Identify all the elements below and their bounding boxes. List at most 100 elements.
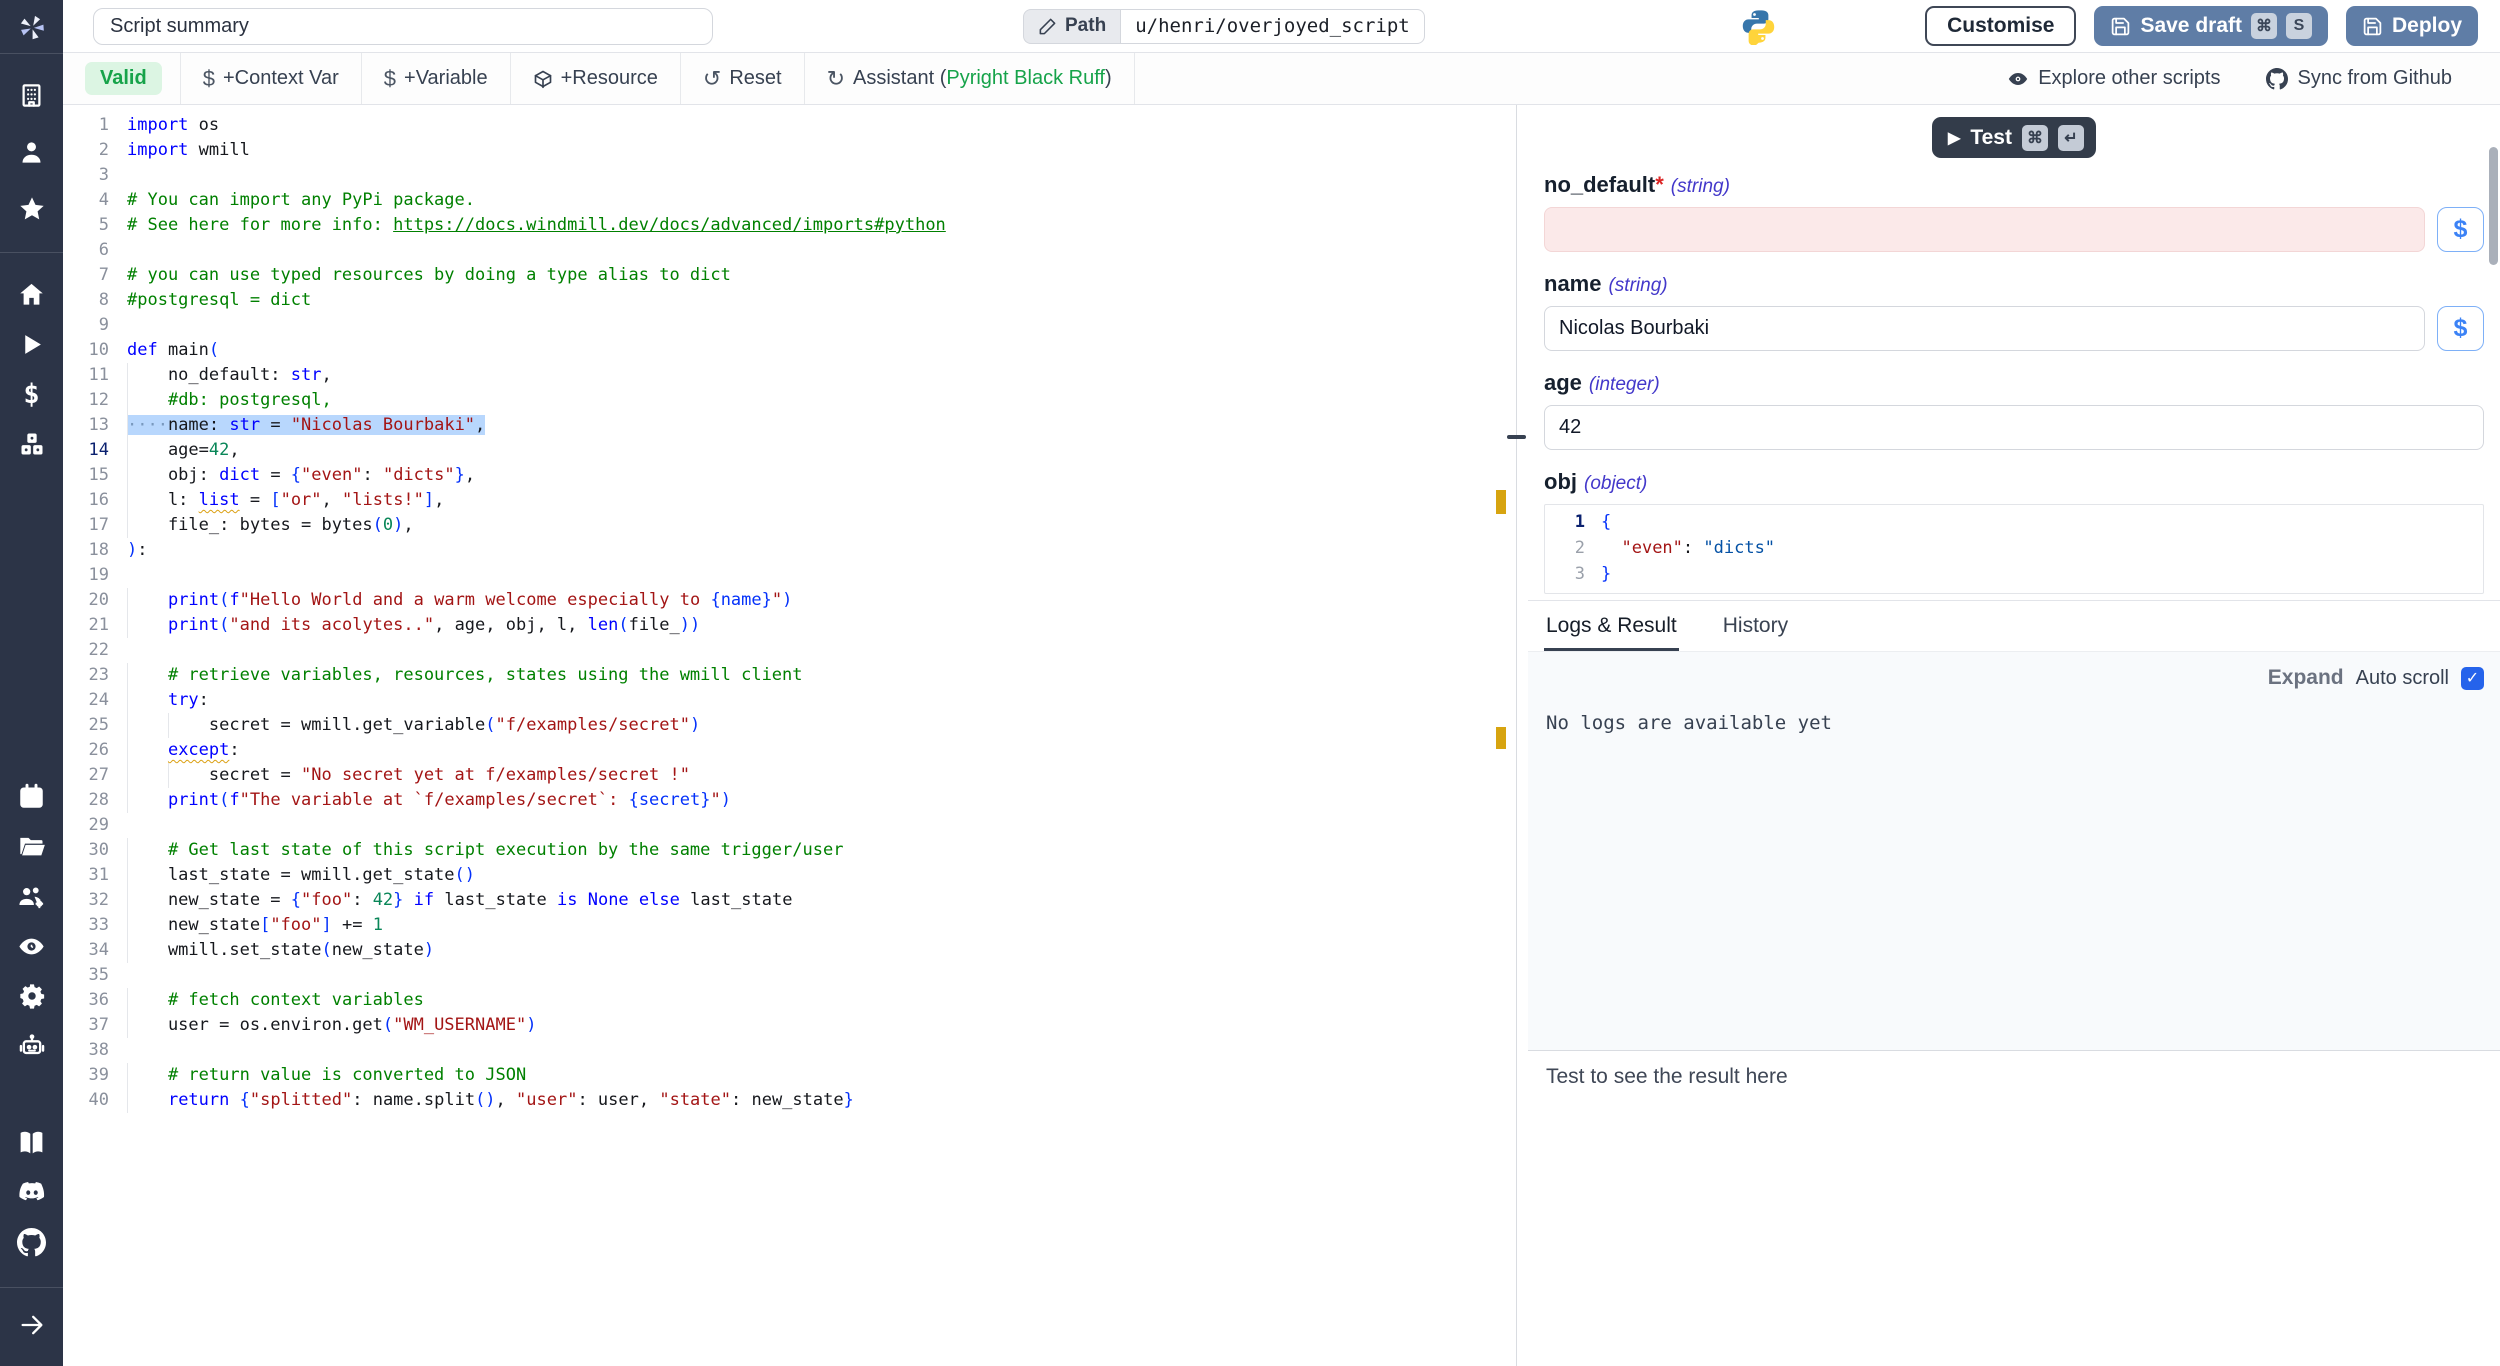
line-number[interactable]: 36	[63, 988, 109, 1013]
line-number[interactable]: 27	[63, 763, 109, 788]
line-number[interactable]: 39	[63, 1063, 109, 1088]
line-number[interactable]: 11	[63, 363, 109, 388]
sidebar-item-audit-logs[interactable]	[0, 929, 63, 963]
reset-button[interactable]: ↺ Reset	[681, 53, 805, 104]
line-number[interactable]: 15	[63, 463, 109, 488]
line-number[interactable]: 30	[63, 838, 109, 863]
line-number[interactable]: 5	[63, 213, 109, 238]
customise-button[interactable]: Customise	[1925, 6, 2076, 46]
line-number[interactable]: 8	[63, 288, 109, 313]
test-button[interactable]: ▶ Test ⌘ ↵	[1932, 117, 2096, 158]
line-number[interactable]: 4	[63, 188, 109, 213]
line-number[interactable]: 18	[63, 538, 109, 563]
line-number[interactable]: 29	[63, 813, 109, 838]
add-variable-button[interactable]: $ +Variable	[362, 53, 511, 104]
code-text[interactable]: no_default: str,	[127, 363, 332, 388]
code-text[interactable]: # you can use typed resources by doing a…	[127, 263, 731, 288]
path-button[interactable]: Path	[1023, 9, 1120, 44]
sync-from-github-button[interactable]: Sync from Github	[2266, 67, 2452, 90]
line-number[interactable]: 14	[63, 438, 109, 463]
expand-button[interactable]: Expand	[2268, 666, 2344, 690]
line-number[interactable]: 20	[63, 588, 109, 613]
line-number[interactable]: 28	[63, 788, 109, 813]
tab-history[interactable]: History	[1721, 601, 1790, 651]
code-text[interactable]: import wmill	[127, 138, 250, 163]
code-text[interactable]: secret = "No secret yet at f/examples/se…	[127, 763, 690, 788]
code-text[interactable]: file_: bytes = bytes(0),	[127, 513, 414, 538]
code-text[interactable]: ····name: str = "Nicolas Bourbaki",	[127, 413, 485, 438]
line-number[interactable]: 32	[63, 888, 109, 913]
sidebar-item-github[interactable]	[0, 1225, 63, 1259]
insert-variable-button[interactable]: $	[2437, 207, 2484, 252]
panel-scrollbar[interactable]	[2489, 147, 2498, 265]
line-number[interactable]: 25	[63, 713, 109, 738]
line-number[interactable]: 13	[63, 413, 109, 438]
line-number[interactable]: 3	[63, 163, 109, 188]
code-text[interactable]: #db: postgresql,	[127, 388, 332, 413]
code-text[interactable]: import os	[127, 113, 219, 138]
line-number[interactable]: 33	[63, 913, 109, 938]
assistant-button[interactable]: ↻ Assistant (Pyright Black Ruff)	[805, 53, 1135, 104]
sidebar-item-folders[interactable]	[0, 829, 63, 863]
path-value[interactable]: u/henri/overjoyed_script	[1120, 9, 1425, 44]
line-number[interactable]: 10	[63, 338, 109, 363]
code-text[interactable]: user = os.environ.get("WM_USERNAME")	[127, 1013, 536, 1038]
tab-logs-result[interactable]: Logs & Result	[1544, 601, 1679, 651]
line-number[interactable]: 7	[63, 263, 109, 288]
sidebar-item-settings[interactable]	[0, 979, 63, 1013]
line-number[interactable]: 22	[63, 638, 109, 663]
code-text[interactable]: try:	[127, 688, 209, 713]
line-number[interactable]: 21	[63, 613, 109, 638]
line-number[interactable]: 9	[63, 313, 109, 338]
code-text[interactable]: #postgresql = dict	[127, 288, 311, 313]
sidebar-item-user[interactable]	[0, 135, 63, 169]
code-text[interactable]: def main(	[127, 338, 219, 363]
script-summary-input[interactable]	[93, 8, 713, 45]
add-resource-button[interactable]: +Resource	[511, 53, 681, 104]
no-default-input[interactable]	[1544, 207, 2425, 252]
code-text[interactable]: new_state["foo"] += 1	[127, 913, 383, 938]
age-input[interactable]	[1544, 405, 2484, 450]
code-text[interactable]: # See here for more info: https://docs.w…	[127, 213, 946, 238]
sidebar-item-groups[interactable]	[0, 879, 63, 913]
line-number[interactable]: 24	[63, 688, 109, 713]
line-number[interactable]: 17	[63, 513, 109, 538]
pane-splitter[interactable]	[1506, 105, 1528, 1366]
line-number[interactable]: 31	[63, 863, 109, 888]
splitter-handle[interactable]	[1507, 435, 1526, 439]
code-text[interactable]: except:	[127, 738, 240, 763]
code-text[interactable]: new_state = {"foo": 42} if last_state is…	[127, 888, 792, 913]
line-number[interactable]: 16	[63, 488, 109, 513]
line-number[interactable]: 35	[63, 963, 109, 988]
sidebar-item-ai[interactable]	[0, 1029, 63, 1063]
add-context-var-button[interactable]: $ +Context Var	[181, 53, 362, 104]
obj-json-editor[interactable]: 1{ 2 "even": "dicts" 3}	[1544, 504, 2484, 594]
line-number[interactable]: 40	[63, 1088, 109, 1113]
explore-other-scripts-button[interactable]: Explore other scripts	[2007, 67, 2220, 90]
code-text[interactable]: wmill.set_state(new_state)	[127, 938, 434, 963]
path-editor[interactable]: Path u/henri/overjoyed_script	[1023, 9, 1425, 44]
line-number[interactable]: 2	[63, 138, 109, 163]
code-text[interactable]: secret = wmill.get_variable("f/examples/…	[127, 713, 700, 738]
line-number[interactable]: 19	[63, 563, 109, 588]
line-number[interactable]: 1	[63, 113, 109, 138]
save-draft-button[interactable]: Save draft ⌘ S	[2094, 6, 2328, 46]
code-text[interactable]: print(f"Hello World and a warm welcome e…	[127, 588, 792, 613]
code-text[interactable]: print(f"The variable at `f/examples/secr…	[127, 788, 731, 813]
line-number[interactable]: 26	[63, 738, 109, 763]
sidebar-item-home[interactable]	[0, 277, 63, 311]
code-text[interactable]: age=42,	[127, 438, 240, 463]
code-text[interactable]: l: list = ["or", "lists!"],	[127, 488, 444, 513]
code-text[interactable]: return {"splitted": name.split(), "user"…	[127, 1088, 854, 1113]
code-text[interactable]: # retrieve variables, resources, states …	[127, 663, 803, 688]
sidebar-item-schedules[interactable]	[0, 779, 63, 813]
sidebar-collapse-button[interactable]	[0, 1308, 63, 1342]
code-text[interactable]: print("and its acolytes..", age, obj, l,…	[127, 613, 700, 638]
sidebar-item-workspace[interactable]	[0, 78, 63, 112]
code-text[interactable]: ):	[127, 538, 148, 563]
code-text[interactable]: # Get last state of this script executio…	[127, 838, 843, 863]
line-number[interactable]: 23	[63, 663, 109, 688]
windmill-logo[interactable]	[0, 0, 63, 53]
line-number[interactable]: 34	[63, 938, 109, 963]
code-text[interactable]: last_state = wmill.get_state()	[127, 863, 475, 888]
